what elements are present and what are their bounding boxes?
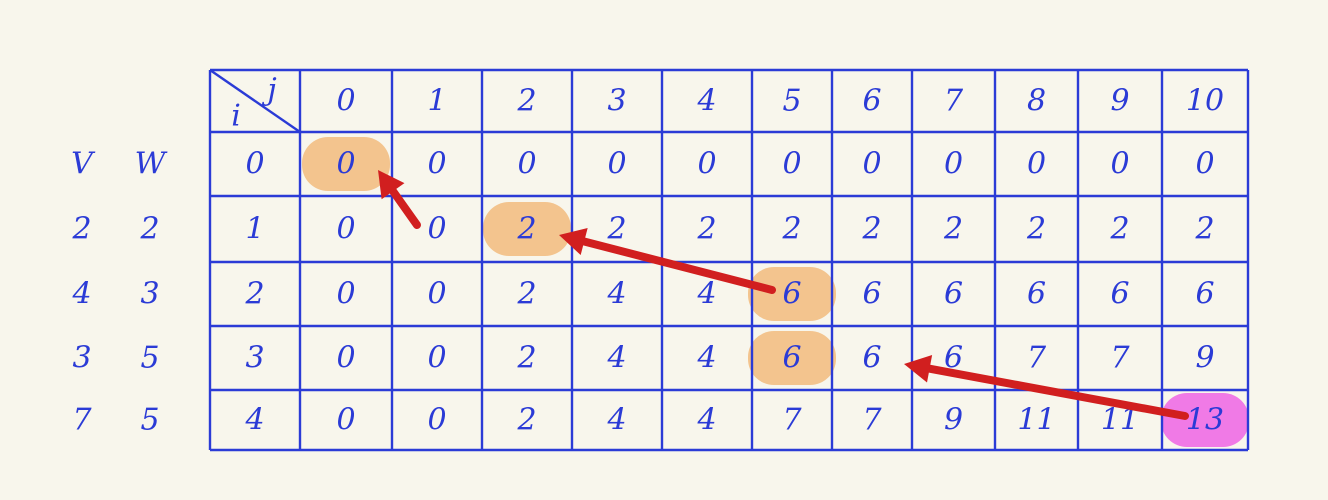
column-header: 1 — [427, 84, 446, 119]
table-cell: 2 — [1194, 212, 1214, 247]
table-cell: 6 — [782, 277, 801, 312]
table-cell: 4 — [606, 341, 626, 376]
table-cell: 7 — [862, 403, 882, 438]
table-cell: 9 — [1195, 341, 1214, 376]
dp-table-diagram: ij 0 1 2 3 4 5 6 7 8 9 10V W 0 0 0 0 0 0 0 0 0 0 0 02 2 1 0 0 2 2 2 2 2 2 2… — [71, 68, 1250, 452]
table-cell: 6 — [1195, 277, 1214, 312]
table-cell: 11 — [1017, 403, 1055, 438]
v-value: 4 — [71, 277, 91, 312]
column-header: 10 — [1186, 84, 1224, 119]
table-cell: 0 — [782, 147, 801, 182]
w-header: W — [135, 147, 168, 182]
table-cell: 0 — [517, 147, 536, 182]
arrow-head — [904, 354, 933, 383]
table-cell: 7 — [1110, 341, 1130, 376]
table-cell: 0 — [336, 341, 355, 376]
table-cell: 0 — [427, 147, 446, 182]
table-cell: 2 — [943, 212, 963, 247]
arrow-shaft — [925, 364, 1189, 420]
column-header: 2 — [516, 84, 536, 119]
table-cell: 4 — [606, 403, 626, 438]
table-cell: 0 — [1195, 147, 1214, 182]
column-header: 6 — [862, 84, 881, 119]
table-cell: 13 — [1186, 403, 1224, 438]
table-grid — [208, 68, 1250, 452]
column-header: 4 — [696, 84, 716, 119]
column-header: 3 — [607, 84, 626, 119]
table-cell: 9 — [944, 403, 963, 438]
table-cell: 0 — [336, 212, 355, 247]
w-value: 5 — [140, 403, 159, 438]
v-value: 2 — [71, 212, 91, 247]
v-value: 3 — [72, 341, 91, 376]
column-header: 5 — [782, 84, 801, 119]
v-header: V — [71, 147, 96, 182]
table-cell: 2 — [516, 212, 536, 247]
column-header: 7 — [944, 84, 964, 119]
table-cell: 0 — [427, 341, 446, 376]
table-cell: 6 — [862, 341, 881, 376]
table-cell: 6 — [1027, 277, 1046, 312]
table-cell: 7 — [782, 403, 802, 438]
row-index: 3 — [245, 341, 264, 376]
table-cell: 4 — [606, 277, 626, 312]
column-header: 9 — [1110, 84, 1129, 119]
row-index: 4 — [244, 403, 264, 438]
table-cell: 0 — [336, 147, 355, 182]
w-value: 3 — [140, 277, 159, 312]
table-cell: 2 — [1109, 212, 1129, 247]
table-cell: 0 — [1110, 147, 1129, 182]
w-value: 5 — [140, 341, 159, 376]
table-cell: 6 — [862, 277, 881, 312]
table-cell: 0 — [427, 212, 446, 247]
table-cell: 4 — [696, 403, 716, 438]
table-cell: 0 — [1027, 147, 1046, 182]
table-cell: 0 — [427, 277, 446, 312]
table-cell: 6 — [1110, 277, 1129, 312]
column-header: 8 — [1027, 84, 1046, 119]
v-value: 7 — [72, 403, 92, 438]
table-cell: 0 — [336, 277, 355, 312]
table-cell: 0 — [862, 147, 881, 182]
row-index: 1 — [245, 212, 264, 247]
table-cell: 2 — [606, 212, 626, 247]
w-value: 2 — [139, 212, 159, 247]
corner-diagonal — [209, 69, 301, 133]
row-index: 2 — [244, 277, 264, 312]
table-cell: 2 — [1026, 212, 1046, 247]
table-cell: 0 — [697, 147, 716, 182]
table-cell: 2 — [516, 403, 536, 438]
column-header: 0 — [336, 84, 355, 119]
table-cell: 2 — [696, 212, 716, 247]
table-cell: 6 — [782, 341, 801, 376]
table-cell: 4 — [696, 277, 716, 312]
row-index: 0 — [245, 147, 264, 182]
table-cell: 2 — [516, 341, 536, 376]
table-cell: 2 — [516, 277, 536, 312]
table-cell: 0 — [427, 403, 446, 438]
table-cell: 6 — [944, 277, 963, 312]
table-cell: 7 — [1027, 341, 1047, 376]
table-cell: 0 — [336, 403, 355, 438]
table-cell: 4 — [696, 341, 716, 376]
corner-j-label: j — [261, 73, 276, 108]
corner-i-label: i — [231, 99, 241, 134]
table-cell: 2 — [781, 212, 801, 247]
table-cell: 2 — [861, 212, 881, 247]
table-cell: 0 — [944, 147, 963, 182]
table-cell: 0 — [607, 147, 626, 182]
